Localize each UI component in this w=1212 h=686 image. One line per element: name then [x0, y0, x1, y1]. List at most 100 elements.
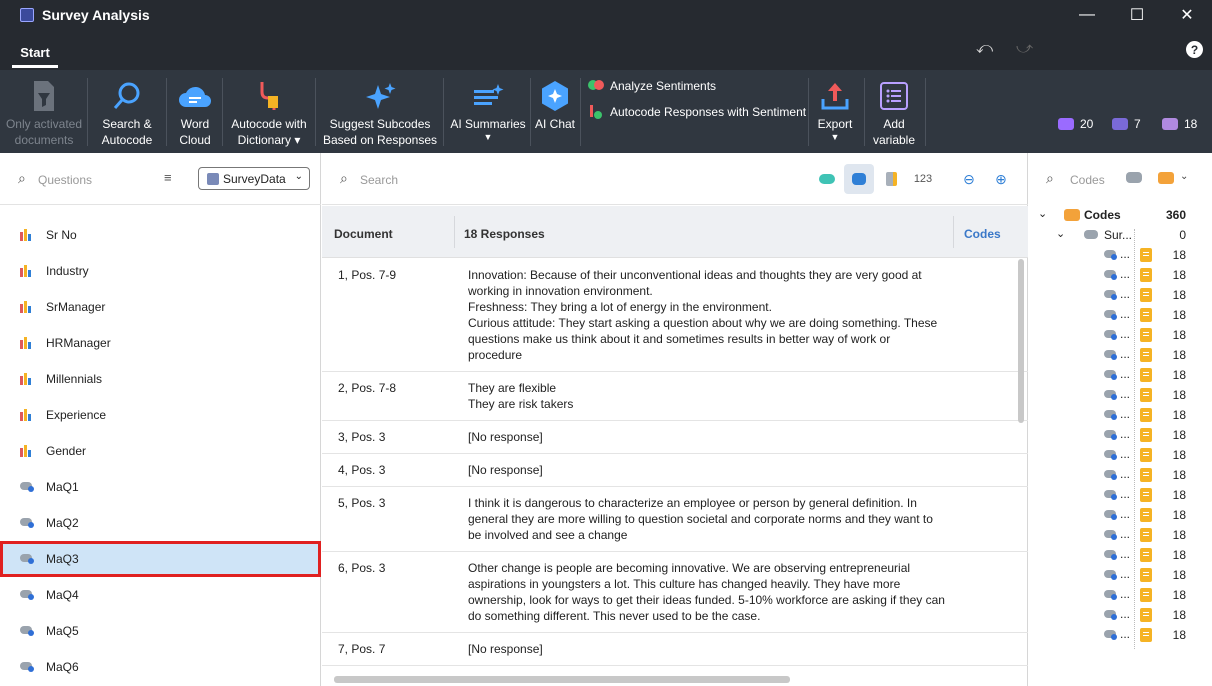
subcode-row[interactable]: ... 18 [1030, 465, 1212, 485]
variable-item[interactable]: Millennials [0, 361, 321, 397]
questions-search-input[interactable]: Questions [38, 173, 92, 187]
column-document[interactable]: Document [334, 227, 393, 241]
memo-icon[interactable] [1140, 508, 1152, 522]
filter-icon[interactable]: ≡ [164, 170, 172, 185]
undo-icon[interactable]: ⤺ [976, 40, 993, 58]
column-divider[interactable] [454, 216, 455, 248]
response-text[interactable]: Other change is people are becoming inno… [468, 560, 948, 624]
subcode-row[interactable]: ... 18 [1030, 265, 1212, 285]
numeric-toggle[interactable]: 123 [908, 164, 938, 194]
variable-item[interactable]: Gender [0, 433, 321, 469]
memo-icon[interactable] [1140, 548, 1152, 562]
redo-icon[interactable]: ⤻ [1016, 40, 1033, 58]
subcode-row[interactable]: ... 18 [1030, 305, 1212, 325]
response-row[interactable]: 3, Pos. 3 [No response] [322, 421, 1028, 454]
variable-item[interactable]: MaQ5 [0, 613, 321, 649]
response-text[interactable]: [No response] [468, 462, 948, 478]
dataset-select[interactable]: SurveyData ⌄ [198, 167, 310, 190]
analyze-sentiments-button[interactable]: Analyze Sentiments [588, 79, 716, 93]
chevron-down-icon[interactable]: ⌄ [1180, 171, 1188, 182]
memo-icon[interactable] [1140, 348, 1152, 362]
search-autocode-button[interactable]: Search & Autocode [94, 70, 160, 153]
memo-icon[interactable] [1140, 588, 1152, 602]
help-icon[interactable]: ? [1186, 41, 1203, 58]
memo-icon[interactable] [1140, 528, 1152, 542]
suggest-subcodes-button[interactable]: Suggest Subcodes Based on Responses [322, 70, 438, 153]
document-ref[interactable]: 4, Pos. 3 [338, 462, 385, 478]
documents-count-badge[interactable]: 18 [1162, 117, 1197, 131]
memo-icon[interactable] [1140, 488, 1152, 502]
autocode-dictionary-button[interactable]: Autocode with Dictionary ▾ [226, 70, 312, 153]
variable-item[interactable]: MaQ6 [0, 649, 321, 685]
subcode-row[interactable]: ... 18 [1030, 505, 1212, 525]
subcode-row[interactable]: ... 18 [1030, 545, 1212, 565]
subcode-row[interactable]: ... 18 [1030, 285, 1212, 305]
subcode-row[interactable]: ... 18 [1030, 365, 1212, 385]
subcode-row[interactable]: ... 18 [1030, 605, 1212, 625]
toggle-code-icon[interactable] [812, 164, 842, 194]
column-codes[interactable]: Codes [964, 227, 1001, 241]
document-ref[interactable]: 3, Pos. 3 [338, 429, 385, 445]
add-variable-button[interactable]: Add variable [868, 70, 920, 153]
responses-search-input[interactable]: Search [360, 173, 398, 187]
subcode-row[interactable]: ... 18 [1030, 565, 1212, 585]
response-text[interactable]: [No response] [468, 641, 948, 657]
variable-item[interactable]: Industry [0, 253, 321, 289]
document-ref[interactable]: 5, Pos. 3 [338, 495, 385, 511]
response-row[interactable]: 4, Pos. 3 [No response] [322, 454, 1028, 487]
comment-icon[interactable] [844, 164, 874, 194]
subcode-row[interactable]: ... 18 [1030, 485, 1212, 505]
zoom-in-icon[interactable]: ⊕ [986, 164, 1016, 194]
memo-icon[interactable] [1140, 408, 1152, 422]
memo-icon[interactable] [1140, 568, 1152, 582]
response-text[interactable]: [No response] [468, 429, 948, 445]
column-responses[interactable]: 18 Responses [464, 227, 545, 241]
document-ref[interactable]: 2, Pos. 7-8 [338, 380, 396, 396]
memo-icon[interactable] [1140, 468, 1152, 482]
variable-item[interactable]: MaQ4 [0, 577, 321, 613]
subcode-row[interactable]: ... 18 [1030, 345, 1212, 365]
subcode-row[interactable]: ... 18 [1030, 385, 1212, 405]
response-text[interactable]: They are flexible They are risk takers [468, 380, 948, 412]
subcode-row[interactable]: ... 18 [1030, 525, 1212, 545]
memo-icon[interactable] [1140, 248, 1152, 262]
ai-summaries-button[interactable]: AI Summaries ▼ [450, 70, 526, 153]
variable-item[interactable]: SrManager [0, 289, 321, 325]
response-row[interactable]: 5, Pos. 3 I think it is dangerous to char… [322, 487, 1028, 552]
response-row[interactable]: 7, Pos. 7 [No response] [322, 633, 1028, 666]
code-child-row[interactable]: ⌄ Sur... 0 [1030, 225, 1212, 245]
only-activated-documents-button[interactable]: Only activated documents [4, 70, 84, 153]
zoom-out-icon[interactable]: ⊖ [954, 164, 984, 194]
memo-icon[interactable] [1140, 268, 1152, 282]
memo-icon[interactable] [1140, 368, 1152, 382]
autocode-sentiment-button[interactable]: Autocode Responses with Sentiment [588, 105, 806, 119]
memo-icon[interactable] [1140, 288, 1152, 302]
document-ref[interactable]: 7, Pos. 7 [338, 641, 385, 657]
memos-count-badge[interactable]: 7 [1112, 117, 1141, 131]
export-button[interactable]: Export ▼ [812, 70, 858, 153]
codes-search-input[interactable]: Codes [1070, 173, 1105, 187]
minimize-button[interactable]: — [1062, 0, 1112, 30]
memo-icon[interactable] [1140, 628, 1152, 642]
subcode-row[interactable]: ... 18 [1030, 585, 1212, 605]
chevron-down-icon[interactable]: ⌄ [1038, 207, 1047, 220]
variable-item[interactable]: MaQ3 [0, 541, 321, 577]
subcode-row[interactable]: ... 18 [1030, 625, 1212, 645]
variable-item[interactable]: MaQ1 [0, 469, 321, 505]
response-row[interactable]: 2, Pos. 7-8 They are flexible They are ris… [322, 372, 1028, 421]
response-text[interactable]: Innovation: Because of their unconventio… [468, 267, 948, 363]
subcode-row[interactable]: ... 18 [1030, 425, 1212, 445]
codes-count-badge[interactable]: 20 [1058, 117, 1093, 131]
memo-icon[interactable] [1140, 428, 1152, 442]
code-set-icon[interactable] [1158, 172, 1174, 184]
response-text[interactable]: I think it is dangerous to characterize … [468, 495, 948, 543]
variable-item[interactable]: Experience [0, 397, 321, 433]
variable-item[interactable]: HRManager [0, 325, 321, 361]
column-divider[interactable] [953, 216, 954, 248]
ai-chat-button[interactable]: AI Chat [534, 70, 576, 153]
chevron-down-icon[interactable]: ⌄ [1056, 227, 1065, 240]
variable-item[interactable]: Sr No [0, 217, 321, 253]
close-button[interactable]: ✕ [1162, 0, 1212, 30]
variable-item[interactable]: MaQ2 [0, 505, 321, 541]
maximize-button[interactable]: ☐ [1112, 0, 1162, 30]
